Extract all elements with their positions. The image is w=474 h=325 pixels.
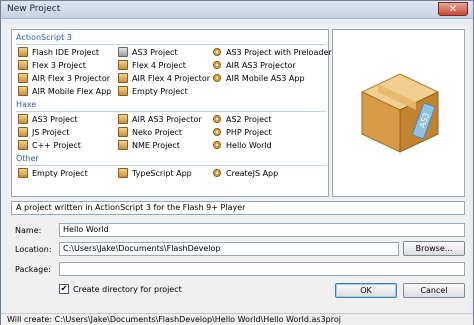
box-icon <box>18 73 28 83</box>
name-label: Name: <box>15 226 42 235</box>
template-item[interactable]: Flex 4 Project <box>118 59 186 71</box>
template-item[interactable]: JS Project <box>18 126 69 138</box>
create-directory-checkbox[interactable]: ✔ <box>59 284 69 294</box>
group-header-actionscript3: ActionScript 3 <box>16 33 72 42</box>
box-icon <box>118 60 128 70</box>
box-icon <box>118 86 128 96</box>
new-project-dialog: New Project ✕ ActionScript 3 Flash IDE P… <box>0 0 474 325</box>
template-item[interactable]: TypeScript App <box>118 167 192 179</box>
box-icon <box>118 114 128 124</box>
ok-button[interactable]: OK <box>335 283 397 298</box>
gear-icon <box>212 114 222 124</box>
group-divider <box>16 165 326 166</box>
template-item[interactable]: Empty Project <box>18 167 88 179</box>
template-item[interactable]: AIR Mobile AS3 App <box>212 72 305 84</box>
box-icon <box>18 168 28 178</box>
create-directory-option[interactable]: ✔ Create directory for project <box>59 284 182 294</box>
template-item[interactable]: AIR Flex 3 Projector <box>18 72 110 84</box>
template-item[interactable]: AS3 Project with Preloader <box>212 46 332 58</box>
close-icon: ✕ <box>448 4 458 15</box>
box-icon <box>18 114 28 124</box>
template-description: A project written in ActionScript 3 for … <box>11 201 465 215</box>
box-icon <box>18 86 28 96</box>
template-item[interactable]: Empty Project <box>118 85 188 97</box>
template-item[interactable]: Hello World <box>212 139 272 151</box>
template-item[interactable]: CreateJS App <box>212 167 278 179</box>
template-item[interactable]: AIR AS3 Projector <box>212 59 296 71</box>
gear-icon <box>212 127 222 137</box>
browse-button[interactable]: Browse... <box>403 241 465 256</box>
box-gray-icon <box>118 47 128 57</box>
template-item[interactable]: NME Project <box>118 139 180 151</box>
box-icon <box>118 127 128 137</box>
title-bar[interactable]: New Project ✕ <box>1 1 473 19</box>
gear-icon <box>212 60 222 70</box>
status-bar: Will create: C:\Users\Jake\Documents\Fla… <box>1 313 473 325</box>
template-item[interactable]: PHP Project <box>212 126 272 138</box>
cancel-button[interactable]: Cancel <box>403 283 465 298</box>
template-preview: AS3 <box>332 29 465 197</box>
package-box-icon: AS3 <box>360 73 440 153</box>
template-item[interactable]: Flex 3 Project <box>18 59 86 71</box>
box-icon <box>18 47 28 57</box>
group-divider <box>16 111 326 112</box>
name-field[interactable]: Hello World <box>59 223 465 237</box>
location-label: Location: <box>15 245 52 254</box>
group-header-haxe: Haxe <box>16 100 37 109</box>
template-item[interactable]: Flash IDE Project <box>18 46 99 58</box>
box-icon <box>118 140 128 150</box>
package-field[interactable] <box>59 262 465 276</box>
group-header-other: Other <box>16 154 39 163</box>
template-item[interactable]: AIR AS3 Projector <box>118 113 202 125</box>
box-icon <box>118 73 128 83</box>
box-icon <box>118 168 128 178</box>
box-icon <box>18 140 28 150</box>
template-item[interactable]: AS2 Project <box>212 113 272 125</box>
dialog-body: ActionScript 3 Flash IDE Project AS3 Pro… <box>7 25 469 320</box>
template-item[interactable]: Neko Project <box>118 126 182 138</box>
template-item[interactable]: AIR Mobile Flex App <box>18 85 111 97</box>
template-item[interactable]: AS3 Project <box>118 46 178 58</box>
gear-icon <box>212 168 222 178</box>
package-label: Package: <box>15 265 51 274</box>
location-field[interactable]: C:\Users\Jake\Documents\FlashDevelop <box>59 242 399 256</box>
box-icon <box>18 127 28 137</box>
gear-icon <box>212 140 222 150</box>
gear-icon <box>212 47 222 57</box>
template-item[interactable]: C++ Project <box>18 139 81 151</box>
template-list: ActionScript 3 Flash IDE Project AS3 Pro… <box>11 29 332 197</box>
create-directory-label: Create directory for project <box>73 284 182 294</box>
template-item[interactable]: AIR Flex 4 Projector <box>118 72 210 84</box>
window-title: New Project <box>7 4 61 14</box>
gear-icon <box>212 73 222 83</box>
group-divider <box>16 44 326 45</box>
box-icon <box>18 60 28 70</box>
template-item[interactable]: AS3 Project <box>18 113 78 125</box>
close-button[interactable]: ✕ <box>438 2 468 16</box>
